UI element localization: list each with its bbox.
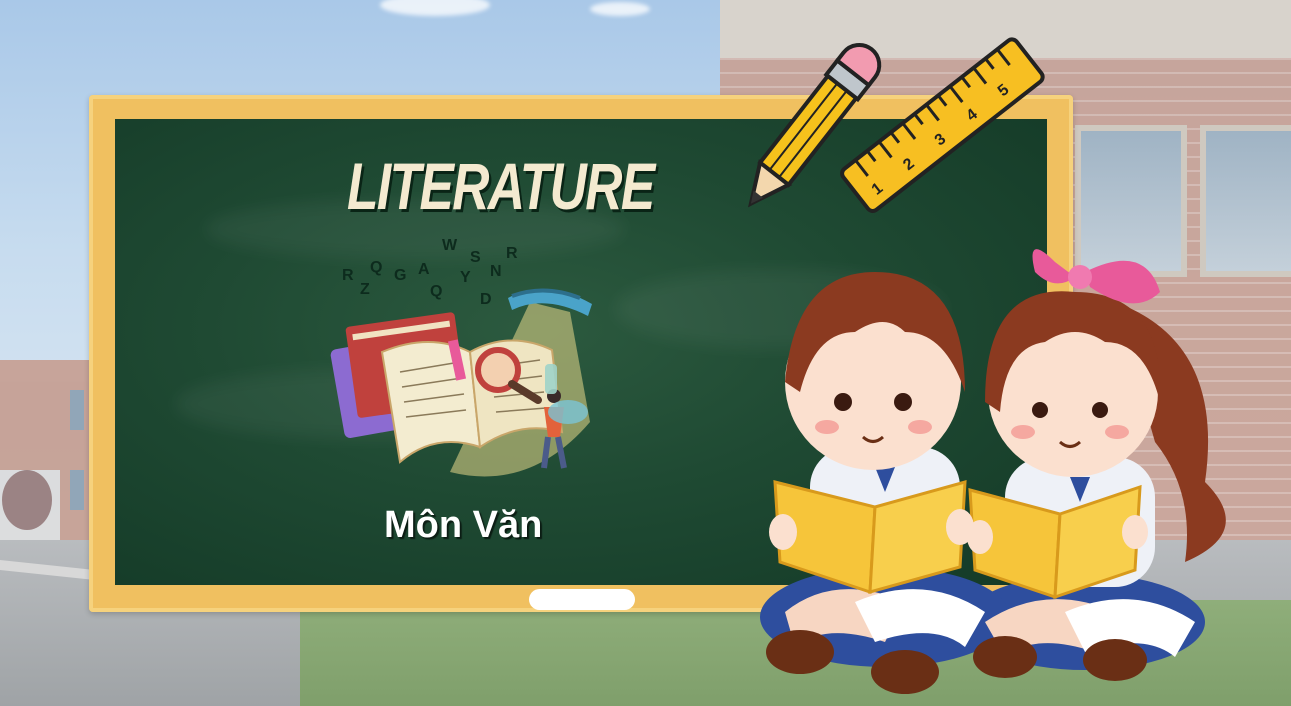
svg-text:R: R — [342, 267, 354, 284]
svg-text:R: R — [506, 245, 518, 262]
svg-text:Z: Z — [360, 281, 370, 298]
svg-text:Q: Q — [370, 259, 382, 276]
tree — [2, 470, 52, 530]
svg-text:S: S — [470, 249, 481, 266]
cloud — [590, 2, 650, 16]
ruler-icon: 123 45 — [840, 37, 1045, 214]
svg-text:Y: Y — [460, 269, 471, 286]
chalk-eraser — [529, 589, 635, 610]
kids-reading-icon — [760, 249, 1226, 694]
slide-subtitle: Môn Văn — [384, 504, 543, 546]
svg-text:Q: Q — [430, 283, 442, 300]
books-magnifier-icon: RQG AWS NZ Q YDR — [330, 237, 592, 477]
svg-text:W: W — [442, 237, 458, 254]
svg-text:A: A — [418, 261, 430, 278]
svg-text:N: N — [490, 263, 502, 280]
svg-text:G: G — [394, 267, 406, 284]
svg-text:D: D — [480, 291, 492, 308]
slide-title: LITERATURE — [347, 149, 655, 223]
